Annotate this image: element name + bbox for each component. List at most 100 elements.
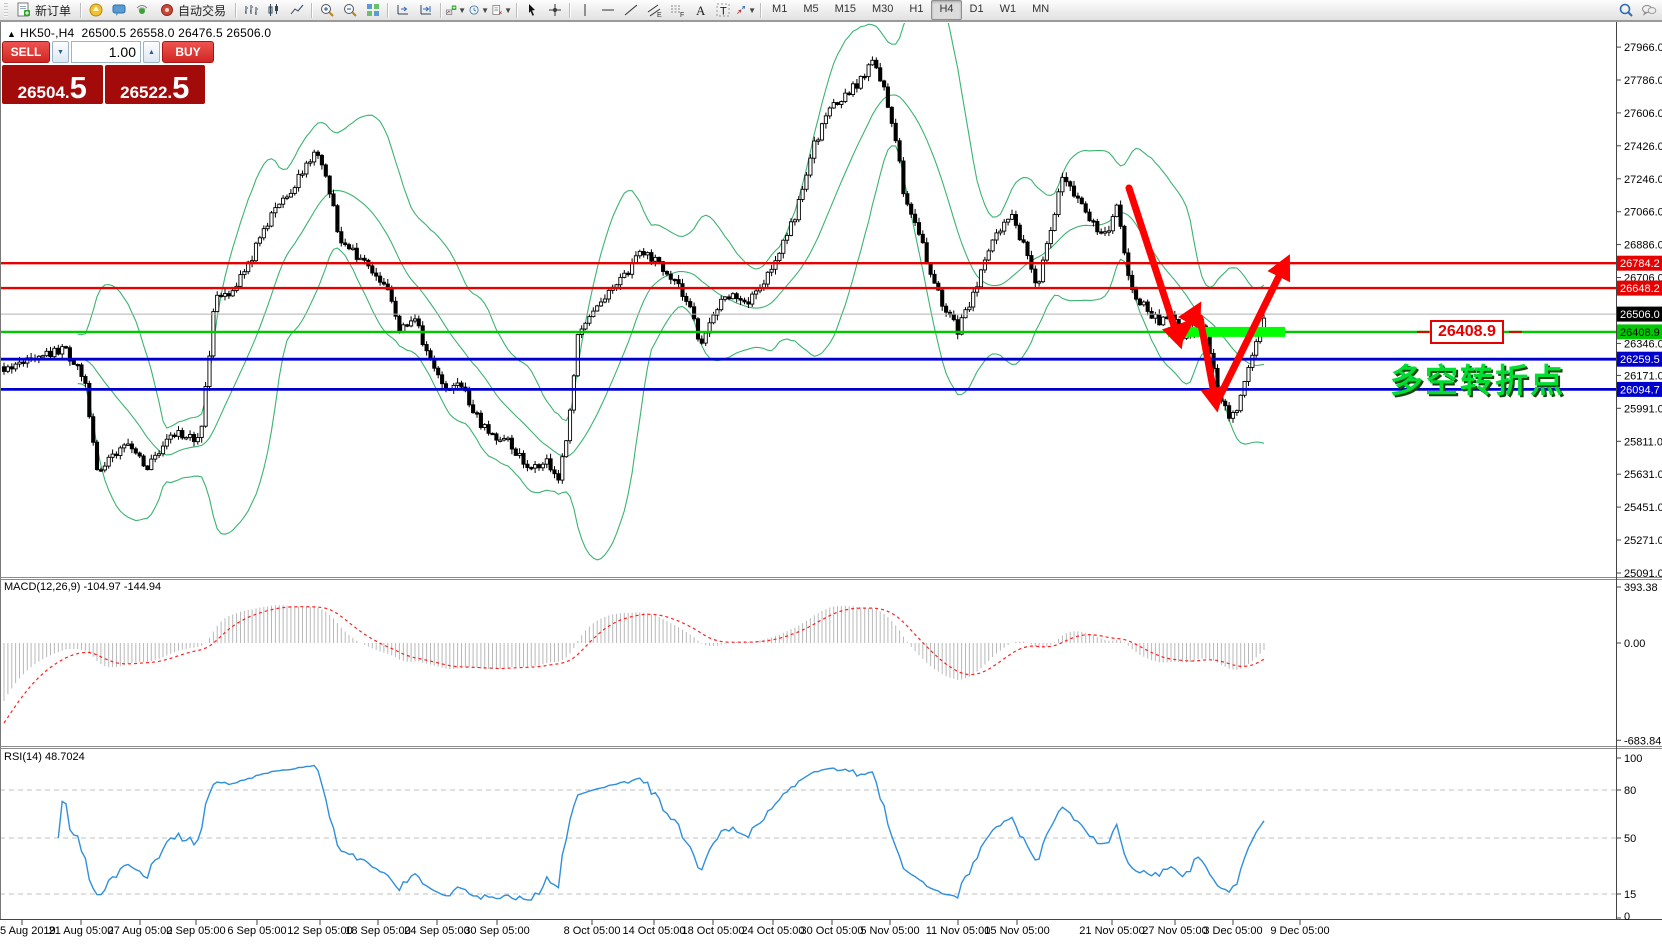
axis-label-26094.7: 26094.7 <box>1617 382 1662 397</box>
community-icon[interactable] <box>84 0 107 20</box>
svg-text:27066.0: 27066.0 <box>1624 207 1662 219</box>
svg-text:21 Nov 05:00: 21 Nov 05:00 <box>1079 925 1144 937</box>
text-icon[interactable]: A <box>688 0 711 20</box>
equidistant-channel-icon[interactable]: E <box>642 0 665 20</box>
svg-text:2 Sep 05:00: 2 Sep 05:00 <box>166 925 225 937</box>
svg-text:25451.0: 25451.0 <box>1624 502 1662 514</box>
svg-text:26886.0: 26886.0 <box>1624 240 1662 252</box>
templates-icon[interactable]: ▼ <box>490 0 513 20</box>
buy-price-display[interactable]: 26522.5 <box>105 65 206 104</box>
autotrading-button[interactable]: 自动交易 <box>153 0 232 20</box>
line-chart-icon[interactable] <box>285 0 308 20</box>
contacts-icon[interactable] <box>107 0 130 20</box>
zoom-in-icon[interactable] <box>315 0 338 20</box>
vertical-line-icon[interactable] <box>573 0 596 20</box>
timeframe-MN-button[interactable]: MN <box>1024 0 1057 20</box>
candlestick-chart-icon[interactable] <box>262 0 285 20</box>
signals-icon[interactable] <box>130 0 153 20</box>
volume-input[interactable] <box>71 41 141 63</box>
buy-price-big-digit: 5 <box>172 76 189 101</box>
svg-text:14 Oct 05:00: 14 Oct 05:00 <box>623 925 686 937</box>
timeframe-H1-button[interactable]: H1 <box>901 0 931 20</box>
axis-label-26259.5: 26259.5 <box>1617 352 1662 367</box>
symbol-ohlc-header: ▲ HK50-,H4 26500.5 26558.0 26476.5 26506.… <box>7 26 271 40</box>
indicators-icon[interactable]: ▼ <box>444 0 467 20</box>
volume-increase-button[interactable]: ▲ <box>143 41 160 63</box>
tile-windows-icon[interactable] <box>361 0 384 20</box>
svg-text:18 Oct 05:00: 18 Oct 05:00 <box>682 925 745 937</box>
sell-price-main: 26504. <box>18 84 70 101</box>
trendline-icon[interactable] <box>619 0 642 20</box>
svg-text:26506.0: 26506.0 <box>1620 309 1660 321</box>
price-callout-box[interactable]: 26408.9 <box>1430 320 1504 344</box>
chat-icon[interactable] <box>1637 0 1660 20</box>
bar-chart-icon[interactable] <box>239 0 262 20</box>
svg-text:11 Nov 05:00: 11 Nov 05:00 <box>926 925 991 937</box>
svg-text:26094.7: 26094.7 <box>1620 384 1660 396</box>
timeframe-W1-button[interactable]: W1 <box>992 0 1025 20</box>
sell-button[interactable]: SELL <box>2 41 50 63</box>
axis-label-26506: 26506.0 <box>1617 307 1662 322</box>
svg-text:393.38: 393.38 <box>1624 582 1658 594</box>
crosshair-icon[interactable] <box>543 0 566 20</box>
svg-text:12 Sep 05:00: 12 Sep 05:00 <box>287 925 352 937</box>
svg-text:6 Sep 05:00: 6 Sep 05:00 <box>227 925 286 937</box>
svg-text:80: 80 <box>1624 785 1636 797</box>
svg-text:26784.2: 26784.2 <box>1620 258 1660 270</box>
toolbar-separator <box>760 3 761 18</box>
main-toolbar: 新订单自动交易▼▼▼EFAT▼M1M5M15M30H1H4D1W1MN <box>0 0 1662 21</box>
text-label-icon[interactable]: T <box>711 0 734 20</box>
svg-text:26408.9: 26408.9 <box>1620 327 1660 339</box>
svg-text:27786.0: 27786.0 <box>1624 75 1662 87</box>
collapse-panel-icon[interactable]: ▲ <box>7 29 16 39</box>
fibonacci-icon[interactable]: F <box>665 0 688 20</box>
svg-text:24 Oct 05:00: 24 Oct 05:00 <box>742 925 805 937</box>
periods-icon[interactable]: ▼ <box>467 0 490 20</box>
zoom-out-icon[interactable] <box>338 0 361 20</box>
toolbar-separator <box>387 3 388 18</box>
svg-text:5 Aug 2019: 5 Aug 2019 <box>0 925 56 937</box>
svg-text:F: F <box>680 12 684 18</box>
macd-indicator-label: MACD(12,26,9) -104.97 -144.94 <box>4 581 161 593</box>
svg-text:30 Sep 05:00: 30 Sep 05:00 <box>464 925 529 937</box>
horizontal-line-icon[interactable] <box>596 0 619 20</box>
chart-canvas[interactable]: 27966.027786.027606.027426.027246.027066… <box>0 0 1662 944</box>
svg-text:25271.0: 25271.0 <box>1624 535 1662 547</box>
timeframe-M1-button[interactable]: M1 <box>764 0 795 20</box>
timeframe-M5-button[interactable]: M5 <box>795 0 826 20</box>
svg-text:26648.2: 26648.2 <box>1620 283 1660 295</box>
svg-text:27426.0: 27426.0 <box>1624 141 1662 153</box>
svg-text:27 Nov 05:00: 27 Nov 05:00 <box>1142 925 1207 937</box>
timeframe-D1-button[interactable]: D1 <box>962 0 992 20</box>
search-icon[interactable] <box>1614 0 1637 20</box>
buy-button[interactable]: BUY <box>162 41 214 63</box>
toolbar-separator <box>440 3 441 18</box>
timeframe-M30-button[interactable]: M30 <box>864 0 901 20</box>
volume-decrease-button[interactable]: ▼ <box>52 41 69 63</box>
svg-text:15 Nov 05:00: 15 Nov 05:00 <box>984 925 1049 937</box>
sell-price-display[interactable]: 26504.5 <box>2 65 103 104</box>
svg-text:18 Sep 05:00: 18 Sep 05:00 <box>345 925 410 937</box>
symbol-name: HK50-,H4 <box>20 26 74 40</box>
svg-text:A: A <box>696 3 706 18</box>
svg-text:25091.0: 25091.0 <box>1624 568 1662 580</box>
cursor-icon[interactable] <box>520 0 543 20</box>
svg-text:30 Oct 05:00: 30 Oct 05:00 <box>801 925 864 937</box>
timeframe-H4-button[interactable]: H4 <box>931 0 961 20</box>
auto-scroll-icon[interactable] <box>391 0 414 20</box>
svg-text:5 Nov 05:00: 5 Nov 05:00 <box>860 925 919 937</box>
chart-shift-icon[interactable] <box>414 0 437 20</box>
toolbar-separator <box>569 3 570 18</box>
turning-point-annotation[interactable]: 多空转折点 <box>1390 354 1565 402</box>
sell-price-big-digit: 5 <box>70 76 87 101</box>
axis-label-26408.9: 26408.9 <box>1617 324 1662 339</box>
svg-text:E: E <box>657 12 662 18</box>
new-order-button[interactable]: 新订单 <box>10 0 77 20</box>
axis-label-26648.2: 26648.2 <box>1617 281 1662 296</box>
timeframe-M15-button[interactable]: M15 <box>827 0 864 20</box>
arrows-icon[interactable]: ▼ <box>734 0 757 20</box>
svg-text:100: 100 <box>1624 753 1642 765</box>
svg-text:24 Sep 05:00: 24 Sep 05:00 <box>404 925 469 937</box>
ohlc-values: 26500.5 26558.0 26476.5 26506.0 <box>81 26 271 40</box>
toolbar-grip[interactable] <box>4 3 8 17</box>
